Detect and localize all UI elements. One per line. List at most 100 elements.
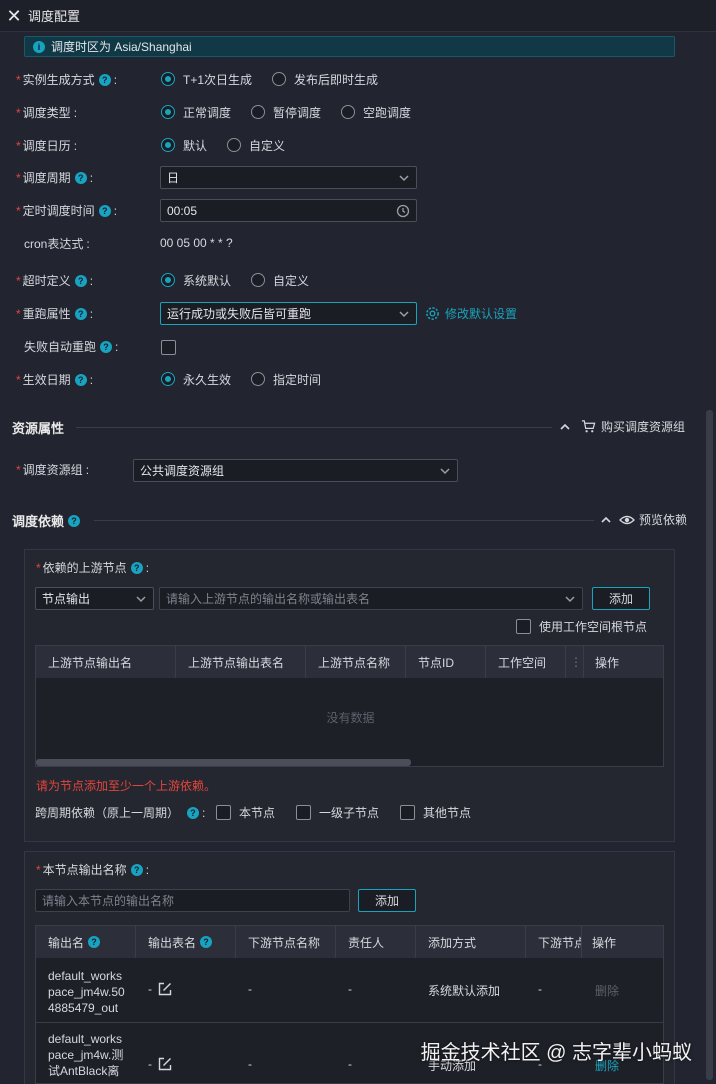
radio-instant[interactable] bbox=[272, 72, 287, 86]
upstream-search-input[interactable]: 请输入上游节点的输出名称或输出表名 bbox=[159, 587, 583, 610]
root-node-checkbox-row: 使用工作空间根节点 bbox=[516, 615, 647, 637]
modify-default-link[interactable]: 修改默认设置 bbox=[425, 302, 517, 324]
time-picker[interactable]: 00:05 bbox=[160, 199, 417, 222]
period-select[interactable]: 日 bbox=[160, 166, 417, 189]
downstream-cell: - bbox=[248, 1057, 252, 1071]
chevron-down-icon bbox=[440, 468, 450, 475]
resource-group-label: * 调度资源组: bbox=[16, 462, 90, 478]
buy-resource-group-button[interactable]: 购买调度资源组 bbox=[559, 418, 685, 435]
radio-dry-run[interactable] bbox=[341, 105, 356, 119]
cross-cycle-label: 跨周期依赖（原上一周期）?: bbox=[35, 805, 206, 821]
table-header-cell: 操作 bbox=[592, 935, 617, 950]
instance-mode-radio-group: T+1次日生成 发布后即时生成 bbox=[161, 68, 398, 90]
table-header-cell: 节点ID bbox=[406, 646, 486, 678]
period-label: * 调度周期?: bbox=[16, 170, 94, 186]
column-resize-handle[interactable]: ⋮ bbox=[566, 646, 584, 678]
help-icon: ? bbox=[100, 340, 113, 353]
upstream-type-select[interactable]: 节点输出 bbox=[35, 587, 154, 610]
timeout-label: * 超时定义?: bbox=[16, 273, 94, 289]
downstream-cell: - bbox=[248, 982, 252, 996]
method-cell: 系统默认添加 bbox=[428, 984, 501, 998]
upstream-error: 请为节点添加至少一个上游依赖。 bbox=[36, 779, 217, 793]
output-add-button[interactable]: 添加 bbox=[358, 889, 416, 912]
scrollbar[interactable] bbox=[706, 410, 713, 1080]
root-node-checkbox[interactable] bbox=[516, 618, 531, 634]
radio-t1[interactable] bbox=[161, 72, 175, 86]
schedule-type-label: * 调度类型: bbox=[16, 105, 78, 121]
radio-custom-calendar[interactable] bbox=[227, 138, 242, 152]
cart-icon bbox=[581, 420, 596, 433]
preview-dependency-button[interactable]: 预览依赖 bbox=[600, 511, 687, 528]
rerun-select[interactable]: 运行成功或失败后皆可重跑 bbox=[160, 302, 417, 325]
cron-label: cron表达式: bbox=[24, 236, 90, 252]
help-icon: ? bbox=[68, 514, 81, 527]
close-icon[interactable]: ✕ bbox=[6, 7, 22, 25]
calendar-label: * 调度日历: bbox=[16, 138, 78, 154]
chevron-down-icon bbox=[399, 311, 409, 318]
resource-group-select[interactable]: 公共调度资源组 bbox=[133, 459, 458, 482]
table-header-cell: 输出名? bbox=[36, 926, 136, 958]
table-row: default_workspace_jm4w.504885479_out - -… bbox=[36, 958, 663, 1023]
table-header-cell: 操作 bbox=[595, 655, 620, 670]
chevron-up-icon bbox=[560, 423, 570, 430]
chevron-down-icon bbox=[565, 596, 575, 603]
empty-state: 没有数据 bbox=[326, 710, 375, 725]
owner-cell: - bbox=[348, 1057, 352, 1071]
clock-icon bbox=[396, 204, 410, 218]
table-header-cell: 添加方式 bbox=[416, 926, 526, 958]
edit-icon[interactable] bbox=[158, 982, 172, 996]
table-header-cell: 下游节点 bbox=[526, 926, 582, 958]
output-table-cell: - bbox=[148, 982, 172, 996]
schedule-type-radio-group: 正常调度 暂停调度 空跑调度 bbox=[161, 101, 431, 123]
cross-cycle-other-checkbox[interactable] bbox=[400, 804, 416, 820]
radio-normal[interactable] bbox=[161, 105, 175, 119]
edit-icon[interactable] bbox=[158, 1057, 172, 1071]
section-divider bbox=[76, 427, 552, 428]
output-table-header: 输出名? 输出表名? 下游节点名称 责任人 添加方式 下游节点 操作 bbox=[36, 926, 663, 958]
section-divider bbox=[94, 520, 594, 521]
cross-cycle-child-checkbox[interactable] bbox=[296, 804, 312, 820]
help-icon: ? bbox=[200, 936, 213, 948]
gear-icon bbox=[426, 306, 439, 320]
auto-rerun-label: 失败自动重跑?: bbox=[24, 339, 119, 355]
output-name-input[interactable]: 请输入本节点的输出名称 bbox=[35, 889, 350, 912]
radio-pause[interactable] bbox=[251, 105, 266, 119]
radio-system-default[interactable] bbox=[161, 273, 175, 287]
help-icon: ? bbox=[187, 806, 200, 819]
timeout-radio-group: 系统默认 自定义 bbox=[161, 269, 329, 291]
owner-cell: - bbox=[348, 982, 352, 996]
time-label: * 定时调度时间?: bbox=[16, 203, 118, 219]
rerun-label: * 重跑属性?: bbox=[16, 306, 94, 322]
downstream-node-cell: - bbox=[538, 982, 542, 996]
watermark: 掘金技术社区 @ 志字辈小蚂蚁 bbox=[420, 1042, 692, 1064]
help-icon: ? bbox=[74, 171, 87, 184]
panel-header: ✕ 调度配置 bbox=[0, 0, 716, 32]
radio-specified-time[interactable] bbox=[251, 372, 266, 386]
radio-custom-timeout[interactable] bbox=[251, 273, 266, 287]
cross-cycle-self-checkbox[interactable] bbox=[216, 804, 231, 820]
output-name-cell: default_workspace_jm4w.504885479_out bbox=[48, 969, 125, 1015]
resource-section-title: 资源属性 bbox=[12, 421, 65, 436]
timezone-text: 调度时区为 Asia/Shanghai bbox=[51, 40, 192, 54]
radio-permanent[interactable] bbox=[161, 372, 175, 386]
table-header-cell: 上游节点名称 bbox=[306, 646, 406, 678]
table-header-cell: 输出表名? bbox=[136, 926, 236, 958]
cron-value: 00 05 00 * * ? bbox=[160, 236, 233, 250]
upstream-add-button[interactable]: 添加 bbox=[592, 587, 650, 610]
upstream-table: 上游节点输出名 上游节点输出表名 上游节点名称 节点ID 工作空间 ⋮ 操作 没… bbox=[35, 645, 664, 767]
horizontal-scrollbar[interactable] bbox=[36, 759, 411, 766]
eye-icon bbox=[619, 515, 635, 524]
radio-default[interactable] bbox=[161, 138, 175, 152]
output-name-cell: default_workspace_jm4w.测试AntBlack离 bbox=[48, 1032, 124, 1078]
timezone-banner: i 调度时区为 Asia/Shanghai bbox=[24, 36, 675, 57]
help-icon: ? bbox=[98, 73, 111, 86]
calendar-radio-group: 默认 自定义 bbox=[161, 134, 305, 156]
panel-title: 调度配置 bbox=[28, 9, 81, 24]
help-icon: ? bbox=[130, 863, 143, 876]
delete-link-disabled: 删除 bbox=[595, 984, 620, 998]
table-header-cell: 上游节点输出名 bbox=[36, 646, 176, 678]
help-icon: ? bbox=[130, 561, 143, 574]
output-name-label: * 本节点输出名称?: bbox=[36, 862, 150, 878]
auto-rerun-checkbox[interactable] bbox=[161, 340, 176, 355]
upstream-label: * 依赖的上游节点?: bbox=[36, 560, 150, 576]
